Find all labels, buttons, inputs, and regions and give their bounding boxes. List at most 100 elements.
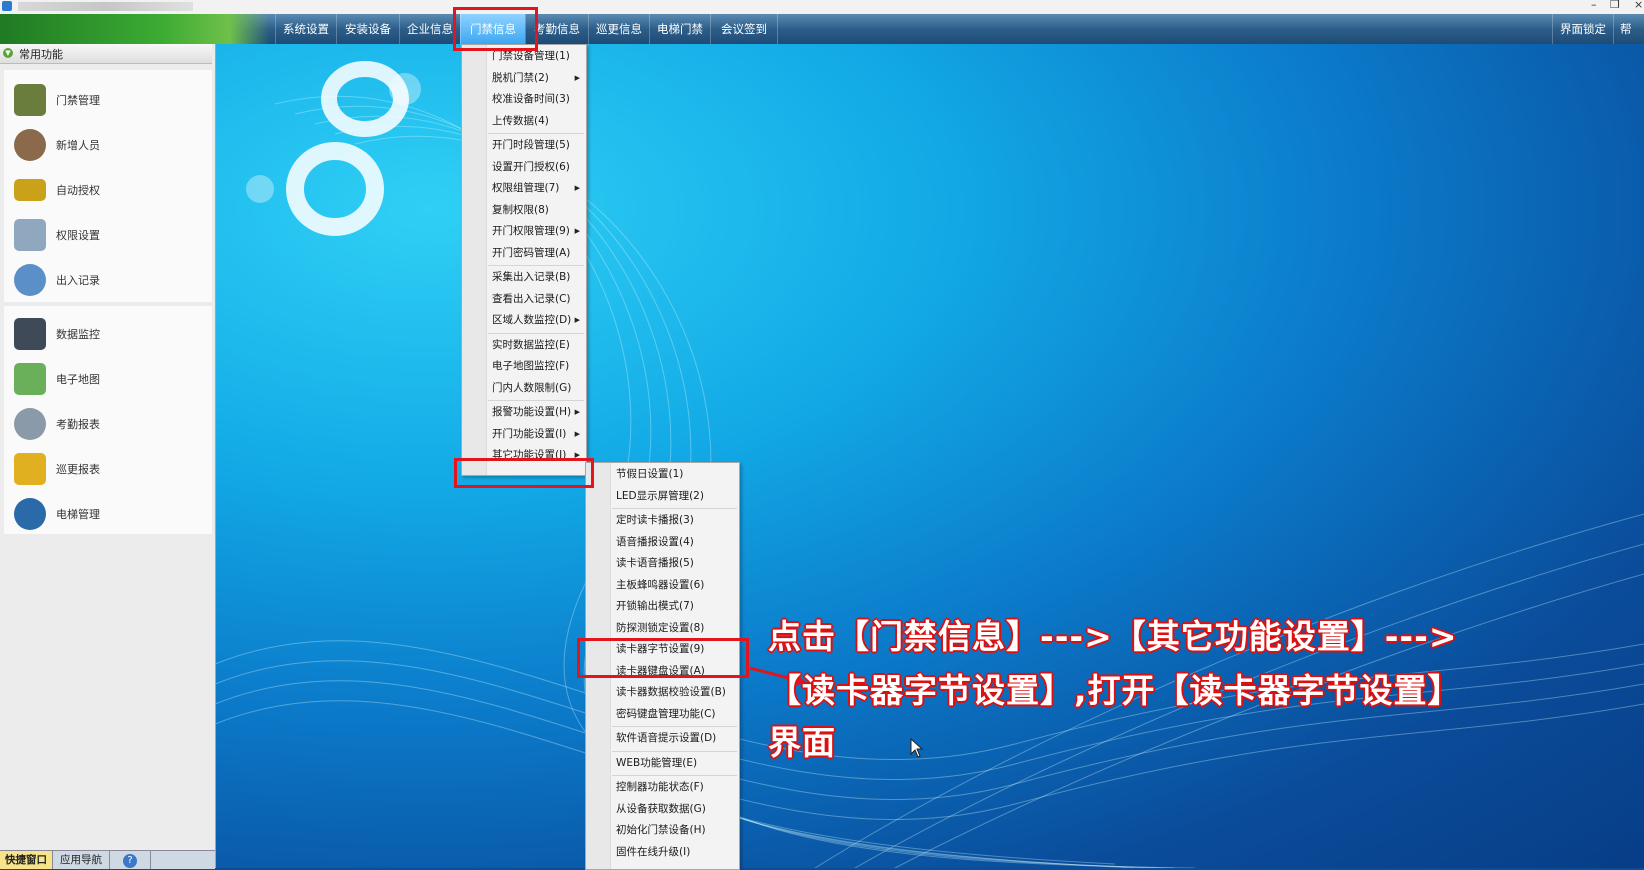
annotation-line-3: 界面 <box>768 723 836 762</box>
sidebar-item-door-management[interactable]: 门禁管理 <box>4 80 204 120</box>
menu-separator <box>488 133 584 134</box>
sidebar-item-elevator-management[interactable]: 电梯管理 <box>4 494 204 534</box>
main-menubar: 系统设置 安装设备 企业信息 门禁信息 考勤信息 巡更信息 电梯门禁 会议签到 … <box>0 14 1644 44</box>
menu-item[interactable]: 软件语音提示设置(D) <box>586 728 739 749</box>
menu-item[interactable]: 密码键盘管理功能(C) <box>586 704 739 725</box>
menu-item[interactable]: 实时数据监控(E) <box>462 335 586 356</box>
sidebar-item-permission-settings[interactable]: 权限设置 <box>4 215 204 255</box>
menu-item[interactable]: 读卡器数据校验设置(B) <box>586 682 739 703</box>
minimize-icon[interactable]: – <box>1591 0 1597 11</box>
menu-item[interactable]: 从设备获取数据(G) <box>586 799 739 820</box>
menu-item-label: 主板蜂鸣器设置(6) <box>616 578 705 591</box>
menu-separator <box>612 775 737 776</box>
menu-item[interactable]: 控制器功能状态(F) <box>586 777 739 798</box>
calendar-clock-icon <box>14 219 46 251</box>
annotation-line-1: 点击【门禁信息】--->【其它功能设置】---> <box>768 617 1458 656</box>
menu-item-label: 查看出入记录(C) <box>492 292 571 305</box>
submenu-arrow-icon: ▶ <box>574 227 580 235</box>
tab-app-navigation[interactable]: 应用导航 <box>53 851 110 869</box>
menu-item-label: 区域人数监控(D) <box>492 314 572 326</box>
sidebar-item-label: 巡更报表 <box>56 463 100 476</box>
menu-item[interactable]: 固件在线升级(I) <box>586 842 739 863</box>
menu-patrol-info[interactable]: 巡更信息 <box>588 14 649 44</box>
tab-quick-window[interactable]: 快捷窗口 <box>0 851 53 869</box>
menu-item-label: 上传数据(4) <box>492 114 549 127</box>
submenu-arrow-icon: ▶ <box>574 73 580 82</box>
card-icon <box>14 179 46 201</box>
menu-item[interactable]: 权限组管理(7) ▶ <box>462 178 586 199</box>
collapse-icon[interactable]: ▼ <box>3 48 13 58</box>
menu-item[interactable]: 区域人数监控(D) ▶ <box>462 310 586 331</box>
logo-numeral <box>246 61 421 236</box>
menu-item[interactable]: 设置开门授权(6) <box>462 157 586 178</box>
camera-icon <box>14 318 46 350</box>
clock-icon <box>14 408 46 440</box>
menu-item[interactable]: 节假日设置(1) <box>586 464 739 485</box>
desktop-background <box>215 44 1644 868</box>
sidebar-item-label: 电梯管理 <box>56 508 100 521</box>
menu-item[interactable]: 电子地图监控(F) <box>462 356 586 377</box>
sidebar-item-patrol-report[interactable]: 巡更报表 <box>4 449 204 489</box>
menu-item[interactable]: 门内人数限制(G) <box>462 378 586 399</box>
menu-item[interactable]: 开门功能设置(I) ▶ <box>462 424 586 445</box>
menu-item-label: 开锁输出模式(7) <box>616 600 694 612</box>
help-icon[interactable]: ? <box>110 851 151 869</box>
close-icon[interactable]: × <box>1634 0 1643 11</box>
menu-item[interactable]: 读卡语音播报(5) <box>586 553 739 574</box>
menu-elevator-access[interactable]: 电梯门禁 <box>649 14 710 44</box>
sidebar-item-attendance-report[interactable]: 考勤报表 <box>4 404 204 444</box>
window-title-blurred <box>18 2 193 11</box>
highlight-other-functions <box>454 458 594 488</box>
menu-system-settings[interactable]: 系统设置 <box>275 14 336 44</box>
menu-item[interactable]: 开门时段管理(5) <box>462 135 586 156</box>
menu-item-label: 节假日设置(1) <box>616 468 684 480</box>
sidebar-item-access-records[interactable]: 出入记录 <box>4 260 204 300</box>
menu-item[interactable]: 采集出入记录(B) <box>462 267 586 288</box>
menu-item[interactable]: 开锁输出模式(7) <box>586 596 739 617</box>
menu-item[interactable]: 脱机门禁(2) ▶ <box>462 68 586 89</box>
menu-item[interactable]: 初始化门禁设备(H) <box>586 820 739 841</box>
menu-item[interactable]: 查看出入记录(C) <box>462 289 586 310</box>
menu-separator <box>488 400 584 401</box>
menu-item[interactable]: 语音播报设置(4) <box>586 532 739 553</box>
sidebar-item-auto-authorize[interactable]: 自动授权 <box>4 170 204 210</box>
menu-item[interactable]: 开门权限管理(9) ▶ <box>462 221 586 242</box>
menu-item-label: 权限组管理(7) <box>492 182 560 194</box>
menu-help[interactable]: 帮 <box>1613 14 1644 44</box>
menu-item[interactable]: LED显示屏管理(2) <box>586 486 739 507</box>
menu-item[interactable]: 防探测锁定设置(8) <box>586 618 739 639</box>
menu-enterprise-info[interactable]: 企业信息 <box>399 14 460 44</box>
menu-item[interactable]: 复制权限(8) <box>462 200 586 221</box>
submenu-arrow-icon: ▶ <box>574 408 580 416</box>
sidebar-item-label: 新增人员 <box>56 139 100 152</box>
sidebar-header[interactable]: ▼ 常用功能 <box>0 44 212 64</box>
restore-icon[interactable]: ❐ <box>1610 0 1620 11</box>
sidebar-item-e-map[interactable]: 电子地图 <box>4 359 204 399</box>
menu-item-label: 门内人数限制(G) <box>492 381 572 394</box>
menu-item[interactable]: 定时读卡播报(3) <box>586 510 739 531</box>
menu-item-label: 脱机门禁(2) <box>492 71 549 84</box>
menu-item-label: 采集出入记录(B) <box>492 271 571 283</box>
menu-item[interactable]: 校准设备时间(3) <box>462 89 586 110</box>
submenu-arrow-icon: ▶ <box>574 184 580 192</box>
menu-item[interactable]: 开门密码管理(A) <box>462 243 586 264</box>
highlight-access-control-menu <box>453 7 538 51</box>
submenu-arrow-icon: ▶ <box>574 316 580 324</box>
menu-item-label: 初始化门禁设备(H) <box>616 824 706 836</box>
sidebar-item-data-monitor[interactable]: 数据监控 <box>4 314 204 354</box>
menu-item-label: 读卡器数据校验设置(B) <box>616 686 726 698</box>
menu-meeting-signin[interactable]: 会议签到 <box>710 14 778 44</box>
sidebar-item-label: 自动授权 <box>56 184 100 197</box>
access-control-dropdown: 门禁设备管理(1) 脱机门禁(2) ▶ 校准设备时间(3) 上传数据(4) 开门时段管理(… <box>461 44 587 476</box>
menu-item[interactable]: 上传数据(4) <box>462 111 586 132</box>
door-control-icon <box>14 84 46 116</box>
menu-item-label: 校准设备时间(3) <box>492 93 570 105</box>
menu-item[interactable]: 报警功能设置(H) ▶ <box>462 402 586 423</box>
menu-lock-interface[interactable]: 界面锁定 <box>1552 14 1613 44</box>
menu-item-label: 实时数据监控(E) <box>492 338 570 351</box>
menu-install-device[interactable]: 安装设备 <box>336 14 399 44</box>
menu-item[interactable]: WEB功能管理(E) <box>586 753 739 774</box>
menu-item[interactable]: 主板蜂鸣器设置(6) <box>586 575 739 596</box>
menu-item-label: 固件在线升级(I) <box>616 845 691 858</box>
sidebar-item-add-person[interactable]: 新增人员 <box>4 125 204 165</box>
